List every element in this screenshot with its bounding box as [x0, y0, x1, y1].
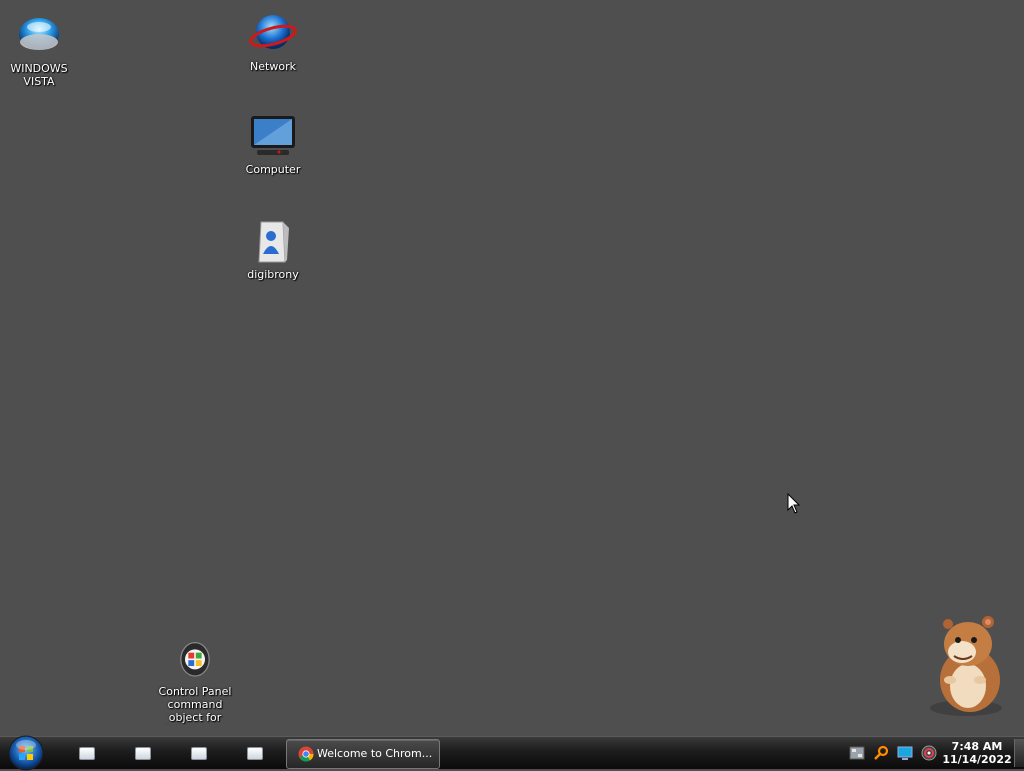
show-desktop-button[interactable]: [1014, 739, 1024, 767]
desktop-icon-control-panel[interactable]: Control Panel command object for Start m…: [155, 639, 235, 725]
hamster-mascot: [930, 616, 1002, 716]
desktop-icon-label: Computer: [245, 163, 301, 176]
media-tray-icon[interactable]: [921, 745, 937, 761]
display-tray-icon[interactable]: [897, 745, 913, 761]
network-globe-icon: [249, 15, 297, 49]
desktop-icon-label: WINDOWS VISTA: [10, 62, 68, 88]
quick-launch-window-icon[interactable]: [191, 747, 207, 760]
quick-launch-window-icon[interactable]: [247, 747, 263, 760]
clock-date: 11/14/2022: [942, 753, 1012, 766]
taskbar-button-label: Welcome to Chrom...: [317, 747, 433, 760]
control-panel-icon: [180, 642, 210, 677]
desktop-icon-windows-vista[interactable]: WINDOWS VISTA: [0, 12, 79, 88]
desktop-icon-label: Control Panel command object for Start m…: [158, 685, 232, 725]
computer-monitor-icon: [251, 116, 295, 155]
desktop-icon-label: digibrony: [247, 268, 299, 281]
taskbar-button-chrome[interactable]: Welcome to Chrom...: [286, 739, 440, 769]
desktop-icon-digibrony[interactable]: digibrony: [233, 218, 313, 281]
system-clock[interactable]: 7:48 AM 11/14/2022: [942, 740, 1012, 766]
desktop-icon-label: Network: [250, 60, 296, 73]
quick-launch-window-icon[interactable]: [135, 747, 151, 760]
taskbar: Welcome to Chrom... 7:48 AM 11/14/2022: [0, 735, 1024, 771]
chrome-icon: [298, 746, 314, 762]
network-tray-icon[interactable]: [849, 745, 865, 761]
desktop-icon-network[interactable]: Network: [233, 10, 313, 73]
vista-orb-icon: [19, 18, 59, 50]
windows-start-orb[interactable]: [8, 735, 44, 771]
quick-launch-window-icon[interactable]: [79, 747, 95, 760]
clock-time: 7:48 AM: [951, 740, 1003, 753]
mouse-cursor-icon: [787, 493, 801, 514]
desktop-icon-computer[interactable]: Computer: [233, 113, 313, 176]
user-folder-icon: [258, 221, 289, 263]
search-tray-icon[interactable]: [873, 745, 889, 761]
